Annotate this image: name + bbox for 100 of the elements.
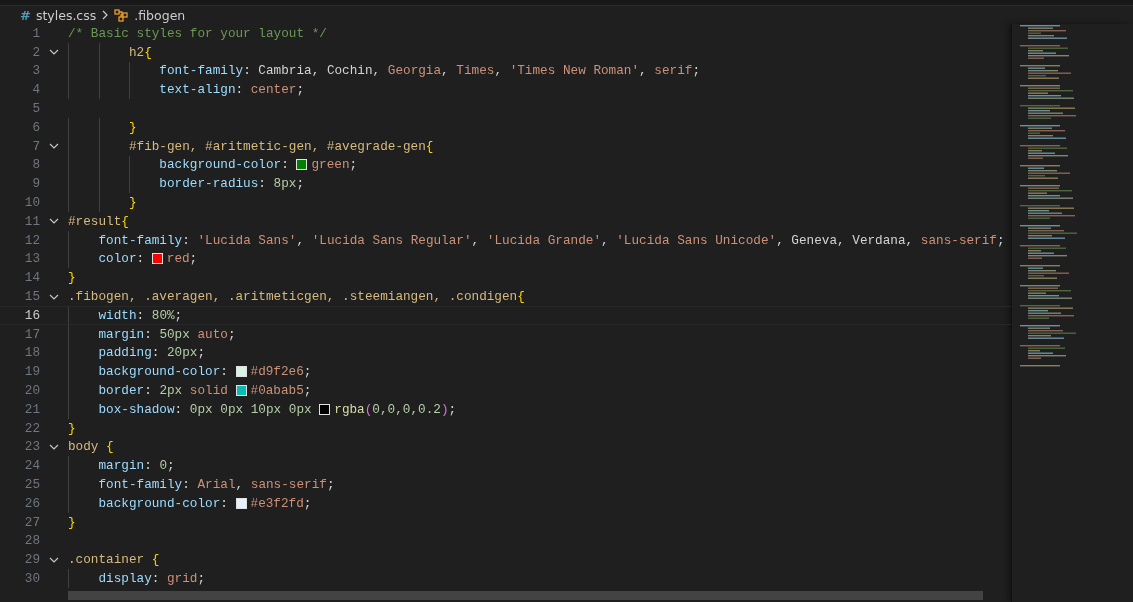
color-swatch[interactable] (235, 497, 247, 509)
code-token: display (97, 571, 152, 586)
code-token: : (281, 157, 290, 173)
fold-chevron-icon[interactable] (49, 49, 59, 56)
line-number: 9 (31, 176, 40, 192)
code-token: #e3f2fd (250, 495, 304, 511)
scrollbar-thumb[interactable] (68, 591, 983, 600)
code-token: ; (303, 364, 312, 380)
code-token: { (121, 213, 129, 229)
code-token: border-radius (158, 176, 259, 192)
color-swatch[interactable] (235, 385, 247, 397)
line-number: 14 (23, 270, 40, 286)
line-number: 13 (23, 251, 40, 267)
color-swatch[interactable] (296, 159, 308, 171)
line-number: 5 (31, 101, 40, 117)
code-token: #d9f2e6 (250, 364, 304, 380)
line-number: 23 (23, 439, 40, 455)
code-token: h2 (127, 44, 145, 60)
line-number: 20 (23, 383, 40, 399)
code-token: ; (197, 345, 206, 361)
code-token: ; (167, 458, 175, 474)
code-token: { (144, 44, 152, 60)
code-token: font-family (97, 232, 183, 248)
fold-chevron-icon[interactable] (49, 293, 59, 300)
code-token: #result (68, 213, 122, 229)
fold-chevron-icon[interactable] (49, 218, 59, 225)
code-token: Georgia (387, 63, 442, 79)
code-token: ; (174, 307, 183, 323)
code-token: Times (456, 63, 495, 79)
code-token: 'Lucida Sans Regular' (311, 232, 472, 248)
code-token: margin (97, 458, 145, 474)
code-token: { (517, 289, 525, 305)
code-token: Arial (197, 477, 236, 492)
code-token: : (151, 345, 161, 361)
line-number: 26 (23, 495, 40, 511)
fold-chevron-icon[interactable] (49, 143, 59, 150)
line-number: 10 (23, 195, 40, 211)
code-token: auto (196, 326, 228, 342)
code-token: 0px 0px 10px 0px (189, 401, 313, 417)
line-number: 22 (23, 420, 40, 436)
code-token: ; (692, 63, 700, 79)
code-token: font-family (158, 63, 244, 79)
css-file-icon: # (20, 7, 31, 23)
code-token: background-color (97, 364, 221, 380)
breadcrumb-file[interactable]: styles.css (35, 7, 97, 23)
code-token: 20px (167, 345, 198, 361)
line-number: 4 (31, 82, 40, 98)
color-swatch[interactable] (151, 253, 163, 265)
code-token: 8px (273, 176, 297, 192)
line-number: 15 (23, 289, 40, 305)
code-token: , (639, 63, 648, 79)
code-token: 80% (151, 307, 175, 323)
code-token: : (136, 251, 146, 267)
code-token: ( (364, 401, 373, 417)
code-token: : (144, 458, 153, 474)
code-token: : (235, 82, 245, 98)
line-number: 8 (31, 157, 40, 173)
code-token: ; (349, 157, 358, 173)
color-swatch[interactable] (235, 366, 247, 378)
code-token: , Geneva, Verdana, (776, 232, 915, 248)
code-token: , (441, 63, 450, 79)
code-token: ; (996, 232, 1005, 248)
code-token: grid (167, 571, 198, 586)
code-token: ; (189, 251, 198, 267)
color-swatch[interactable] (319, 403, 331, 415)
code-token: 'Lucida Sans' (197, 232, 297, 248)
code-token: : (174, 401, 184, 417)
code-token: green (311, 157, 350, 173)
fold-chevron-icon[interactable] (49, 443, 59, 450)
code-token: } (127, 119, 137, 135)
code-token: , (296, 232, 306, 248)
line-number: 16 (23, 307, 40, 323)
code-token: /* Basic styles for your layout */ (68, 25, 327, 41)
line-number: 27 (23, 514, 40, 530)
code-token: ; (326, 477, 335, 492)
line-number: 19 (23, 364, 40, 380)
fold-chevron-icon[interactable] (49, 556, 59, 563)
code-token: } (68, 420, 76, 436)
code-token: ; (197, 571, 206, 586)
code-token: , (235, 477, 245, 492)
code-token: sans-serif (920, 232, 997, 248)
code-token: text-align (158, 82, 236, 98)
line-number: 3 (31, 63, 40, 79)
code-token: 'Lucida Grande' (486, 232, 601, 248)
line-number: 28 (23, 533, 40, 549)
line-number: 29 (23, 552, 40, 568)
code-token: : (144, 383, 153, 399)
breadcrumb-symbol[interactable]: .fibogen (134, 7, 186, 23)
line-number: 6 (31, 119, 40, 135)
code-token: { (425, 138, 434, 154)
code-token: serif (654, 63, 693, 79)
code-token: border (97, 383, 145, 399)
code-token: margin (97, 326, 145, 342)
code-token: : (220, 364, 229, 380)
code-token: { (106, 439, 114, 455)
code-token: solid (188, 383, 229, 399)
code-token: 'Times New Roman' (509, 63, 640, 79)
code-token: #0abab5 (250, 383, 304, 399)
code-token: : (151, 571, 161, 586)
code-token: , (494, 63, 504, 79)
